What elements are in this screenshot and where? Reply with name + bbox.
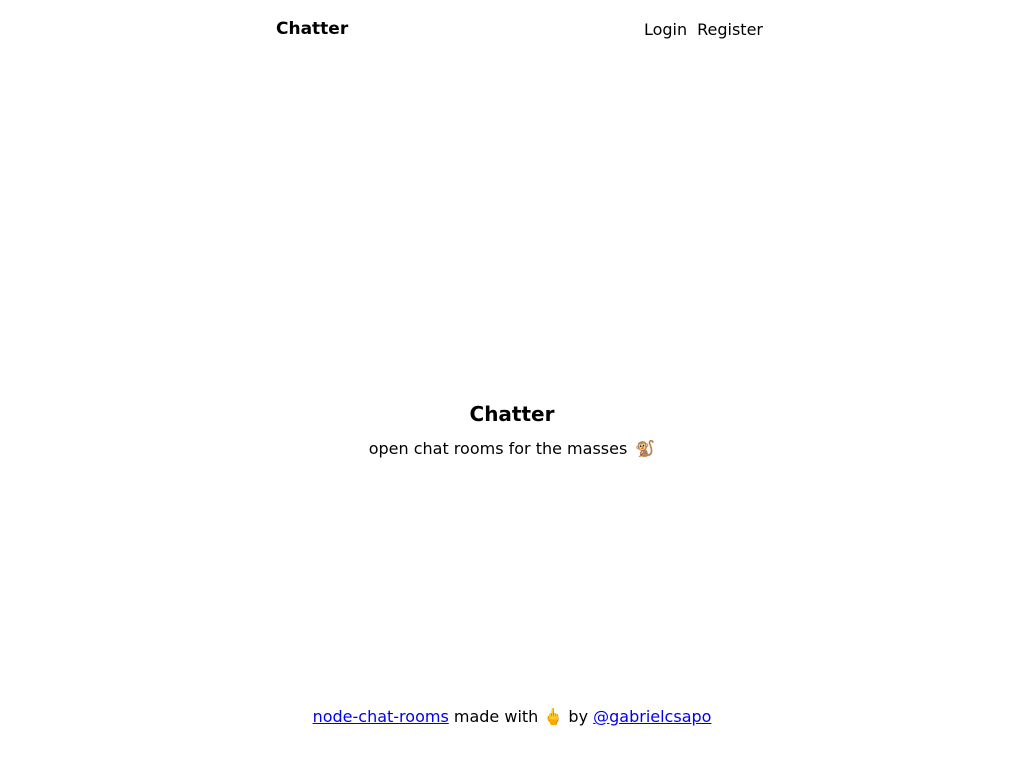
brand-link[interactable]: Chatter [276, 19, 348, 39]
tagline-text: open chat rooms for the masses [368, 439, 628, 458]
nav-links: Login Register [644, 20, 763, 39]
hand-gesture-icon: 🖕 [543, 707, 564, 726]
author-link[interactable]: @gabrielcsapo [593, 707, 711, 726]
made-with-text: made with [453, 707, 539, 726]
by-text: by [568, 707, 589, 726]
top-navbar: Chatter Login Register [276, 17, 763, 41]
hero-tagline: open chat rooms for the masses 🐒 [0, 438, 1024, 460]
register-link[interactable]: Register [697, 20, 763, 39]
hero-title: Chatter [469, 402, 555, 426]
monkey-icon: 🐒 [635, 439, 656, 458]
hero-section: Chatter open chat rooms for the masses 🐒 [0, 400, 1024, 460]
login-link[interactable]: Login [644, 20, 687, 39]
footer: node-chat-rooms made with 🖕 by @gabrielc… [0, 705, 1024, 729]
page: Chatter Login Register Chatter open chat… [0, 0, 1024, 768]
repo-link[interactable]: node-chat-rooms [313, 707, 449, 726]
